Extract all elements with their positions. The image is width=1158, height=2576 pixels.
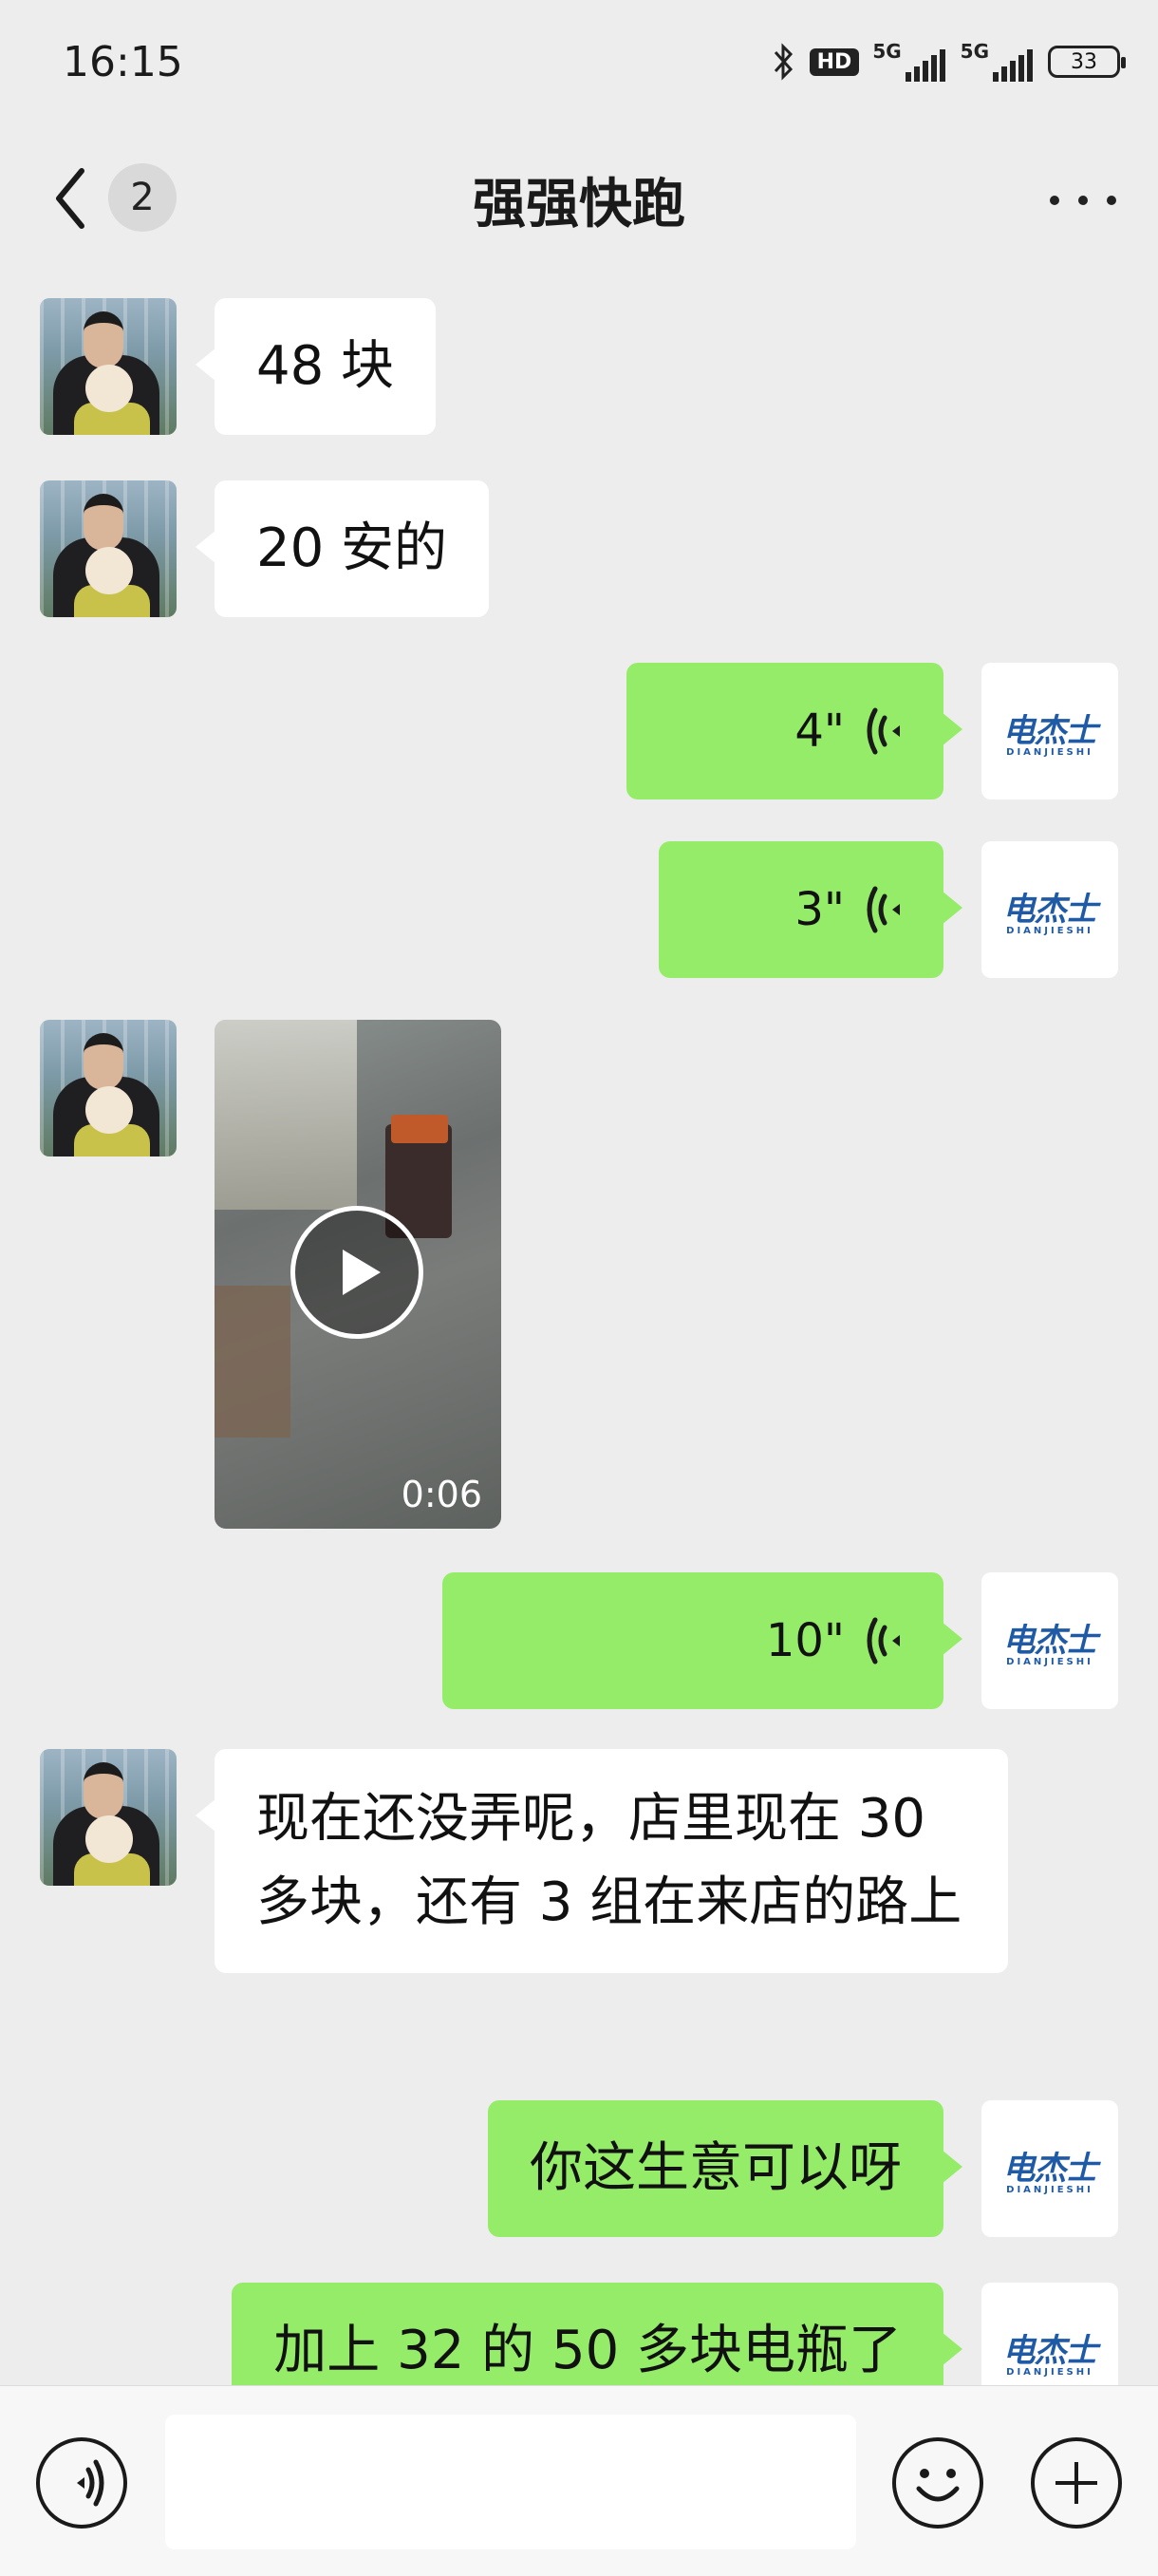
voice-wave-icon	[864, 705, 906, 758]
video-message-thumbnail[interactable]: 0:06	[215, 1020, 501, 1529]
input-bar	[0, 2385, 1158, 2576]
message-received: 48 块	[0, 298, 1158, 435]
text-bubble[interactable]: 现在还没弄呢，店里现在 30 多块，还有 3 组在来店的路上	[196, 1749, 1008, 1973]
voice-duration: 10"	[765, 1614, 845, 1667]
brand-logo-sub: DIANJIESHI	[1006, 2185, 1093, 2195]
brand-logo: 电杰士	[1002, 2150, 1098, 2188]
signal-icon: 5G	[961, 42, 1035, 82]
voice-duration: 3"	[794, 883, 845, 936]
my-avatar[interactable]: 电杰士 DIANJIESHI	[981, 841, 1118, 978]
chat-header: 2 强强快跑	[0, 133, 1158, 275]
status-time: 16:15	[63, 38, 183, 86]
voice-message-bubble[interactable]: 3"	[659, 841, 962, 978]
my-avatar[interactable]: 电杰士 DIANJIESHI	[981, 2283, 1118, 2385]
message-received: 0:06	[0, 1020, 1158, 1529]
my-avatar[interactable]: 电杰士 DIANJIESHI	[981, 2100, 1118, 2237]
voice-wave-icon	[864, 1614, 906, 1667]
plus-icon[interactable]	[1031, 2437, 1122, 2529]
voice-input-icon[interactable]	[36, 2437, 127, 2529]
bluetooth-icon	[772, 43, 796, 81]
battery-icon: 33	[1048, 46, 1126, 78]
emoji-icon[interactable]	[892, 2437, 983, 2529]
text-bubble[interactable]: 你这生意可以呀	[488, 2100, 962, 2237]
brand-logo: 电杰士	[1002, 891, 1098, 929]
my-avatar[interactable]: 电杰士 DIANJIESHI	[981, 1572, 1118, 1709]
contact-avatar[interactable]	[40, 298, 177, 435]
text-bubble[interactable]: 48 块	[195, 298, 437, 435]
video-duration: 0:06	[401, 1474, 482, 1515]
voice-message-bubble[interactable]: 10"	[442, 1572, 962, 1709]
text-bubble[interactable]: 加上 32 的 50 多块电瓶了	[232, 2283, 962, 2385]
message-received: 20 安的	[0, 480, 1158, 617]
network-type-label: 5G	[960, 40, 989, 63]
brand-logo-sub: DIANJIESHI	[1006, 747, 1093, 758]
contact-avatar[interactable]	[40, 480, 177, 617]
voice-duration: 4"	[794, 705, 845, 758]
more-icon[interactable]	[1050, 186, 1116, 215]
contact-avatar[interactable]	[40, 1020, 177, 1156]
brand-logo-sub: DIANJIESHI	[1006, 1657, 1093, 1667]
brand-logo: 电杰士	[1002, 2332, 1098, 2370]
brand-logo-sub: DIANJIESHI	[1006, 2367, 1093, 2378]
play-icon[interactable]	[290, 1206, 423, 1339]
message-input[interactable]	[165, 2415, 856, 2549]
contact-avatar[interactable]	[40, 1749, 177, 1886]
signal-icon: 5G	[872, 42, 946, 82]
voice-message-bubble[interactable]: 4"	[626, 663, 962, 799]
hd-voice-icon: HD	[809, 47, 860, 76]
status-bar: 16:15 HD 5G 5G 33	[0, 0, 1158, 133]
brand-logo: 电杰士	[1002, 712, 1098, 750]
brand-logo: 电杰士	[1002, 1622, 1098, 1660]
message-list: 48 块 20 安的 电杰士 DIANJIESHI 4" 电杰士 DIANJIE…	[0, 275, 1158, 2385]
network-type-label: 5G	[872, 40, 902, 63]
message-received: 现在还没弄呢，店里现在 30 多块，还有 3 组在来店的路上	[0, 1749, 1158, 1973]
text-bubble[interactable]: 20 安的	[195, 480, 490, 617]
my-avatar[interactable]: 电杰士 DIANJIESHI	[981, 663, 1118, 799]
chat-title: 强强快跑	[473, 174, 685, 235]
status-icons: HD 5G 5G 33	[772, 42, 1126, 82]
brand-logo-sub: DIANJIESHI	[1006, 926, 1093, 936]
voice-wave-icon	[864, 883, 906, 936]
